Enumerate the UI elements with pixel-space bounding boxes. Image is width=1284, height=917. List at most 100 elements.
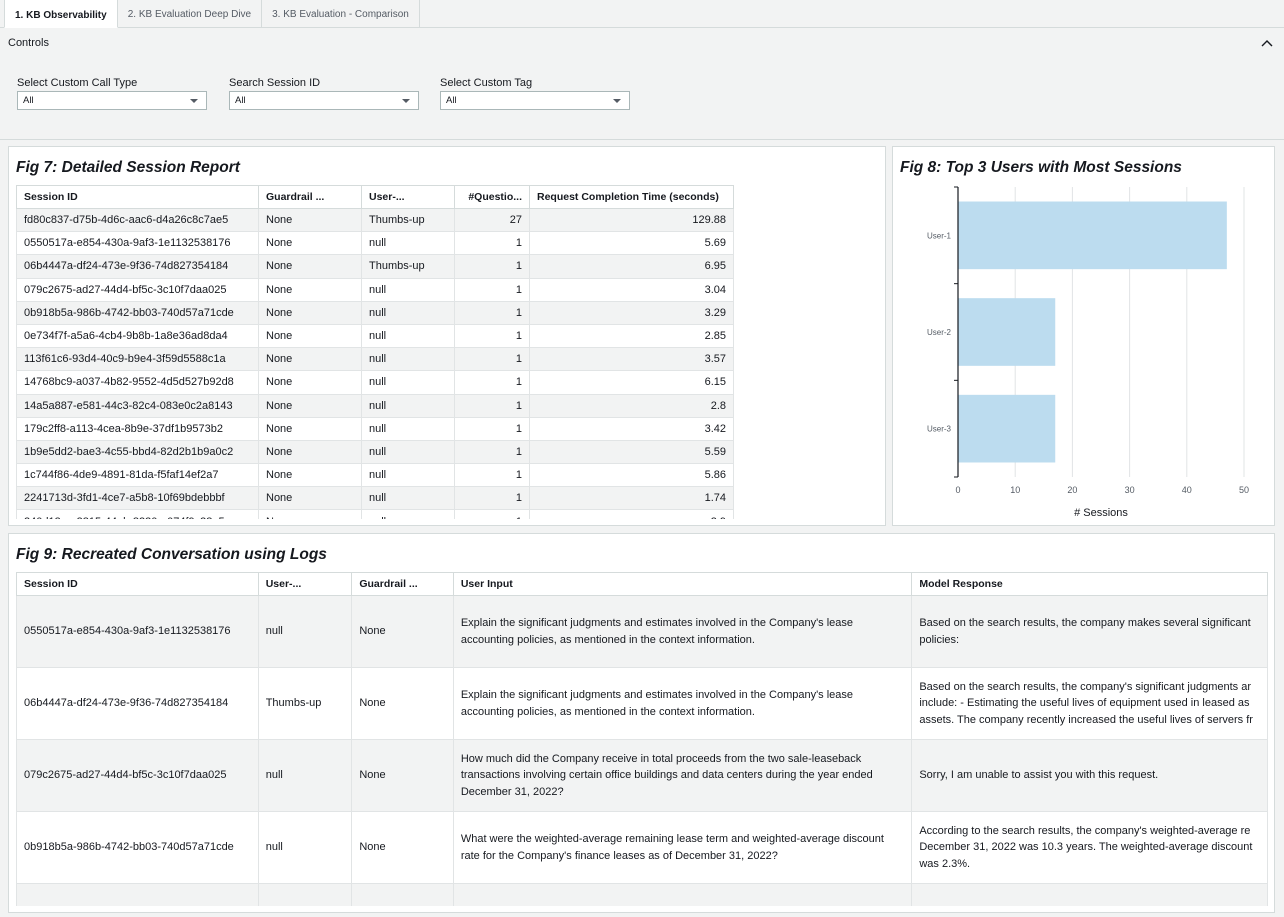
table-row[interactable]: 1c744f86-4de9-4891-81da-f5faf14ef2a7 None… xyxy=(16,463,734,488)
session-id-select[interactable]: All xyxy=(229,91,419,110)
table-row[interactable]: 0e734f7f-a5a6-4cb4-9b8b-1a8e36ad8da4 None… xyxy=(16,323,734,349)
questions-cell: 1 xyxy=(454,486,530,511)
column-header[interactable]: User-... xyxy=(257,572,353,596)
completion-time-cell: 5.86 xyxy=(529,463,734,488)
conversation-table[interactable]: Session ID User-... Guardrail ... User I… xyxy=(16,572,1268,906)
guardrail-cell: None xyxy=(258,509,362,519)
completion-time-cell: 3.9 xyxy=(529,509,734,519)
table-row[interactable]: fd80c837-d75b-4d6c-aac6-d4a26c8c7ae5 None… xyxy=(16,207,734,233)
chevron-up-icon[interactable] xyxy=(1260,36,1274,50)
column-header[interactable]: User-... xyxy=(361,185,455,209)
session-id-cell: 0e734f7f-a5a6-4cb4-9b8b-1a8e36ad8da4 xyxy=(16,323,259,349)
session-report-table[interactable]: Session ID Guardrail ... User-... #Quest… xyxy=(16,185,734,519)
table-row[interactable]: What were the weighted-average remaining… xyxy=(16,883,1268,906)
y-category-label: User-2 xyxy=(927,328,952,337)
bar-user-1 xyxy=(958,201,1227,270)
session-id-cell: fd80c837-d75b-4d6c-aac6-d4a26c8c7ae5 xyxy=(16,207,259,233)
session-id-cell xyxy=(16,883,259,906)
completion-time-cell: 3.04 xyxy=(529,277,734,302)
filter-label: Select Custom Call Type xyxy=(17,77,138,89)
questions-cell: 1 xyxy=(454,439,530,465)
column-header[interactable]: Session ID xyxy=(16,572,259,596)
fig9-panel: Fig 9: Recreated Conversation using Logs… xyxy=(8,533,1275,913)
user-feedback-cell: null xyxy=(361,277,455,302)
x-tick-label: 40 xyxy=(1182,485,1192,495)
table-row[interactable]: 06b4447a-df24-473e-9f36-74d827354184 Thum… xyxy=(16,667,1268,740)
sessions-bar-chart: 0 10 20 30 40 50 User-1 User-2 User-3 # Sessions xyxy=(927,186,1249,519)
user-input-cell: How much did the Company receive in tota… xyxy=(452,739,913,812)
completion-time-cell: 6.95 xyxy=(529,254,734,279)
column-header[interactable]: Guardrail ... xyxy=(258,185,362,209)
questions-cell: 1 xyxy=(454,393,530,418)
x-tick-label: 10 xyxy=(1010,485,1020,495)
custom-tag-select[interactable]: All xyxy=(440,91,630,110)
table-row[interactable]: 079c2675-ad27-44d4-bf5c-3c10f7daa025 null… xyxy=(16,739,1268,812)
guardrail-cell: None xyxy=(351,739,454,812)
table-row[interactable]: 113f61c6-93d4-40c9-b9e4-3f59d5588c1a None… xyxy=(16,347,734,372)
user-input-cell: Explain the significant judgments and es… xyxy=(452,667,913,740)
tab-kb-observability[interactable]: 1. KB Observability xyxy=(4,0,118,28)
column-header[interactable]: Guardrail ... xyxy=(351,572,454,596)
user-feedback-cell: null xyxy=(361,323,455,349)
session-id-cell: 14768bc9-a037-4b82-9552-4d5d527b92d8 xyxy=(16,370,259,395)
guardrail-cell: None xyxy=(351,667,454,740)
model-response-cell: According to the search results, the com… xyxy=(911,811,1268,884)
table-row[interactable]: 1b9e5dd2-bae3-4c55-bbd4-82d2b1b9a0c2 None… xyxy=(16,439,734,465)
table-row[interactable]: 0550517a-e854-430a-9af3-1e1132538176 None… xyxy=(16,231,734,256)
completion-time-cell: 2.85 xyxy=(529,323,734,349)
table-row[interactable]: 240d13ea-3815-44eb-8230-e074f9c38e5Nonen… xyxy=(16,509,734,519)
x-axis-label: # Sessions xyxy=(1074,507,1128,519)
table-row[interactable]: 079c2675-ad27-44d4-bf5c-3c10f7daa025 None… xyxy=(16,277,734,302)
questions-cell: 27 xyxy=(454,207,530,233)
user-feedback-cell: null xyxy=(361,486,455,511)
user-feedback-cell: null xyxy=(257,811,353,884)
guardrail-cell: None xyxy=(258,300,362,325)
questions-cell: 1 xyxy=(454,347,530,372)
column-header[interactable]: Request Completion Time (seconds) xyxy=(529,185,734,209)
column-header[interactable]: Model Response xyxy=(911,572,1268,596)
filter-custom-tag: Select Custom Tag All xyxy=(440,77,630,110)
filter-custom-call-type: Select Custom Call Type All xyxy=(17,77,207,110)
table-row[interactable]: 2241713d-3fd1-4ce7-a5b8-10f69bdebbbf None… xyxy=(16,486,734,511)
table-row[interactable]: 06b4447a-df24-473e-9f36-74d827354184 None… xyxy=(16,254,734,279)
completion-time-cell: 3.29 xyxy=(529,300,734,325)
guardrail-cell: None xyxy=(258,231,362,256)
column-header[interactable]: #Questio... xyxy=(454,185,530,209)
filter-label: Select Custom Tag xyxy=(440,77,533,89)
bar-user-2 xyxy=(958,298,1056,366)
user-input-cell: What were the weighted-average remaining… xyxy=(452,811,913,884)
table-row[interactable]: 14a5a887-e581-44c3-82c4-083e0c2a8143 None… xyxy=(16,393,734,418)
completion-time-cell: 6.15 xyxy=(529,370,734,395)
custom-call-type-select[interactable]: All xyxy=(17,91,207,110)
questions-cell: 1 xyxy=(454,277,530,302)
user-feedback-cell: null xyxy=(361,300,455,325)
fig9-title: Fig 9: Recreated Conversation using Logs xyxy=(16,546,327,563)
table-row[interactable]: 0b918b5a-986b-4742-bb03-740d57a71cde null… xyxy=(16,811,1268,884)
guardrail-cell: None xyxy=(258,254,362,279)
x-tick-label: 30 xyxy=(1125,485,1135,495)
column-header[interactable]: Session ID xyxy=(16,185,259,209)
tab-kb-evaluation-deep-dive[interactable]: 2. KB Evaluation Deep Dive xyxy=(118,0,263,27)
session-id-cell: 1c744f86-4de9-4891-81da-f5faf14ef2a7 xyxy=(16,463,259,488)
table-row[interactable]: 179c2ff8-a113-4cea-8b9e-37df1b9573b2 None… xyxy=(16,416,734,441)
x-tick-label: 20 xyxy=(1067,485,1077,495)
column-header[interactable]: User Input xyxy=(452,572,913,596)
table-header-row: Session ID User-... Guardrail ... User I… xyxy=(16,572,1268,596)
caret-down-icon xyxy=(613,99,621,103)
model-response-cell: According to the search results, the com… xyxy=(911,883,1268,906)
user-feedback-cell: null xyxy=(361,231,455,256)
user-feedback-cell xyxy=(257,883,353,906)
questions-cell: 1 xyxy=(454,300,530,325)
tab-kb-evaluation-comparison[interactable]: 3. KB Evaluation - Comparison xyxy=(262,0,420,27)
user-feedback-cell: Thumbs-up xyxy=(361,207,455,233)
y-category-label: User-1 xyxy=(927,231,952,240)
filter-session-id: Search Session ID All xyxy=(229,77,419,110)
user-feedback-cell: null xyxy=(361,416,455,441)
session-id-cell: 079c2675-ad27-44d4-bf5c-3c10f7daa025 xyxy=(16,277,259,302)
user-feedback-cell: null xyxy=(257,739,353,812)
y-category-label: User-3 xyxy=(927,425,952,434)
table-row[interactable]: 14768bc9-a037-4b82-9552-4d5d527b92d8 None… xyxy=(16,370,734,395)
questions-cell: 1 xyxy=(454,416,530,441)
table-row[interactable]: 0550517a-e854-430a-9af3-1e1132538176 null… xyxy=(16,595,1268,668)
table-row[interactable]: 0b918b5a-986b-4742-bb03-740d57a71cde None… xyxy=(16,300,734,325)
